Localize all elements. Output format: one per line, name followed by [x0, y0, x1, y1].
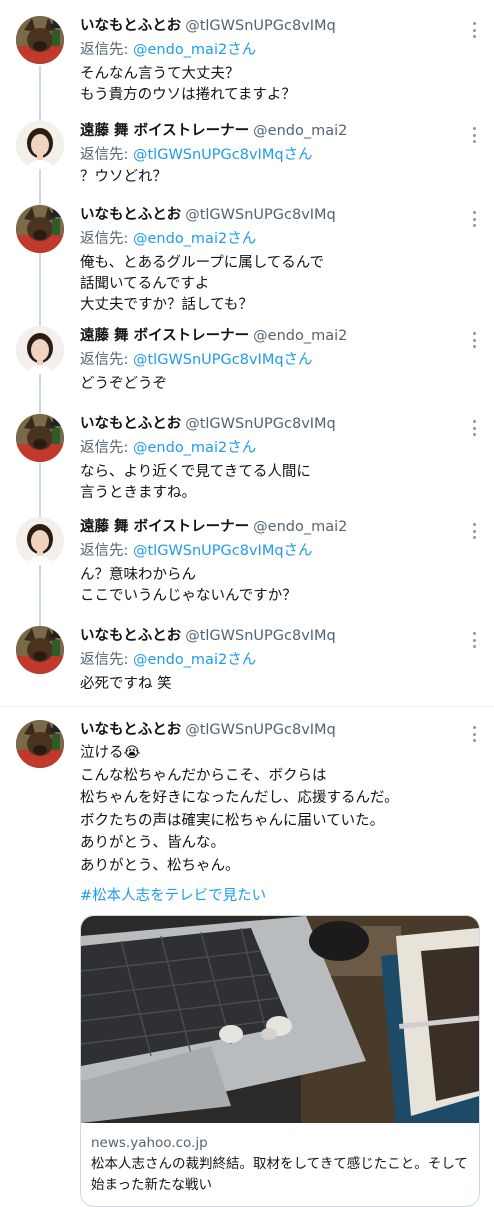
divider [0, 706, 494, 707]
reply-mention[interactable]: @tlGWSnUPGc8vIMq [133, 147, 284, 163]
reply-context: 返信先: @endo_mai2さん [80, 229, 256, 249]
more-options-icon[interactable] [472, 420, 476, 436]
reply-prefix: 返信先: [80, 42, 133, 58]
avatar[interactable] [16, 16, 64, 64]
avatar[interactable] [16, 626, 64, 674]
display-name[interactable]: いなもとふとお [80, 416, 181, 432]
link-card[interactable]: news.yahoo.co.jp 松本人志さんの裁判終結。取材をしてきて感じたこ… [80, 915, 480, 1207]
username[interactable]: @tlGWSnUPGc8vIMq [185, 207, 336, 223]
display-name[interactable]: いなもとふとお [80, 628, 181, 644]
avatar[interactable] [16, 720, 64, 768]
reply-mention[interactable]: @tlGWSnUPGc8vIMq [133, 352, 284, 368]
display-name[interactable]: いなもとふとお [80, 18, 181, 34]
reply-suffix: さん [283, 352, 313, 368]
username[interactable]: @tlGWSnUPGc8vIMq [185, 18, 336, 34]
card-image [81, 916, 479, 1123]
reply-context: 返信先: @tlGWSnUPGc8vIMqさん [80, 541, 313, 561]
reply-mention[interactable]: @endo_mai2 [133, 440, 227, 456]
hashtag-link[interactable]: #松本人志をテレビで見たい [80, 886, 266, 906]
tweet-text: なら、より近くで見てきてる人間に 言うときますね。 [80, 464, 311, 501]
reply-prefix: 返信先: [80, 231, 133, 247]
reply-context: 返信先: @tlGWSnUPGc8vIMqさん [80, 350, 313, 370]
reply-suffix: さん [283, 147, 313, 163]
card-title[interactable]: 松本人志さんの裁判終結。取材をしてきて感じたこと。そして始まった新たな戦い [91, 1154, 471, 1196]
reply-mention[interactable]: @endo_mai2 [133, 42, 227, 58]
reply-context: 返信先: @endo_mai2さん [80, 40, 256, 60]
username[interactable]: @tlGWSnUPGc8vIMq [185, 416, 336, 432]
display-name[interactable]: 遠藤 舞 ボイストレーナー [80, 328, 249, 344]
tweet-header: 遠藤 舞 ボイストレーナー @endo_mai2 [80, 517, 347, 537]
reply-context: 返信先: @endo_mai2さん [80, 650, 256, 670]
card-domain: news.yahoo.co.jp [91, 1135, 208, 1151]
avatar[interactable] [16, 517, 64, 565]
reply-prefix: 返信先: [80, 440, 133, 456]
more-options-icon[interactable] [472, 632, 476, 648]
reply-tweet[interactable]: 遠藤 舞 ボイストレーナー @endo_mai2 返信先: @tlGWSnUPGc… [0, 318, 494, 402]
tweet-header: 遠藤 舞 ボイストレーナー @endo_mai2 [80, 121, 347, 141]
username[interactable]: @tlGWSnUPGc8vIMq [185, 628, 336, 644]
tweet-header: いなもとふとお @tlGWSnUPGc8vIMq [80, 205, 336, 225]
tweet-text: 俺も、とあるグループに属してるんで 話聞いてるんですよ 大丈夫ですか？話しても？ [80, 255, 325, 313]
reply-tweet[interactable]: いなもとふとお @tlGWSnUPGc8vIMq 返信先: @endo_mai2さ… [0, 197, 494, 317]
tweet-text: どうぞどうぞ [80, 376, 167, 392]
tweet-header: 遠藤 舞 ボイストレーナー @endo_mai2 [80, 326, 347, 346]
more-options-icon[interactable] [472, 22, 476, 38]
username[interactable]: @endo_mai2 [253, 123, 347, 139]
reply-tweet[interactable]: いなもとふとお @tlGWSnUPGc8vIMq 返信先: @endo_mai2さ… [0, 8, 494, 108]
tweet-text: 必死ですね 笑 [80, 676, 172, 692]
tweet-header: いなもとふとお @tlGWSnUPGc8vIMq [80, 414, 336, 434]
more-options-icon[interactable] [472, 332, 476, 348]
reply-suffix: さん [227, 42, 257, 58]
more-options-icon[interactable] [472, 127, 476, 143]
display-name[interactable]: いなもとふとお [80, 207, 181, 223]
avatar[interactable] [16, 326, 64, 374]
avatar[interactable] [16, 121, 64, 169]
tweet-text: 泣ける😭 こんな松ちゃんだからこそ、ボクらは 松ちゃんを好きになったんだし、応援… [80, 745, 399, 874]
tweet-text: そんなん言うて大丈夫？ もう貴方のウソは捲れてますよ？ [80, 66, 296, 103]
reply-context: 返信先: @tlGWSnUPGc8vIMqさん [80, 145, 313, 165]
reply-suffix: さん [283, 543, 313, 559]
reply-mention[interactable]: @endo_mai2 [133, 231, 227, 247]
more-options-icon[interactable] [472, 523, 476, 539]
reply-tweet[interactable]: 遠藤 舞 ボイストレーナー @endo_mai2 返信先: @tlGWSnUPGc… [0, 113, 494, 193]
reply-prefix: 返信先: [80, 543, 133, 559]
tweet-header: いなもとふとお @tlGWSnUPGc8vIMq [80, 16, 336, 36]
reply-prefix: 返信先: [80, 147, 133, 163]
tweet-text: ん？意味わからん ここでいうんじゃないんですか？ [80, 567, 297, 604]
tweet-header: いなもとふとお @tlGWSnUPGc8vIMq [80, 720, 336, 740]
tweet-header: いなもとふとお @tlGWSnUPGc8vIMq [80, 626, 336, 646]
reply-suffix: さん [227, 652, 257, 668]
reply-mention[interactable]: @tlGWSnUPGc8vIMq [133, 543, 284, 559]
reply-tweet[interactable]: 遠藤 舞 ボイストレーナー @endo_mai2 返信先: @tlGWSnUPGc… [0, 509, 494, 609]
reply-prefix: 返信先: [80, 352, 133, 368]
reply-mention[interactable]: @endo_mai2 [133, 652, 227, 668]
more-options-icon[interactable] [472, 726, 476, 742]
display-name[interactable]: いなもとふとお [80, 722, 181, 738]
reply-tweet[interactable]: いなもとふとお @tlGWSnUPGc8vIMq 返信先: @endo_mai2さ… [0, 618, 494, 702]
display-name[interactable]: 遠藤 舞 ボイストレーナー [80, 123, 249, 139]
username[interactable]: @endo_mai2 [253, 328, 347, 344]
username[interactable]: @tlGWSnUPGc8vIMq [185, 722, 336, 738]
reply-suffix: さん [227, 231, 257, 247]
more-options-icon[interactable] [472, 211, 476, 227]
reply-context: 返信先: @endo_mai2さん [80, 438, 256, 458]
avatar[interactable] [16, 414, 64, 462]
reply-prefix: 返信先: [80, 652, 133, 668]
username[interactable]: @endo_mai2 [253, 519, 347, 535]
reply-tweet[interactable]: いなもとふとお @tlGWSnUPGc8vIMq 返信先: @endo_mai2さ… [0, 406, 494, 506]
reply-suffix: さん [227, 440, 257, 456]
avatar[interactable] [16, 205, 64, 253]
tweet-text: ？ウソどれ？ [80, 169, 167, 185]
display-name[interactable]: 遠藤 舞 ボイストレーナー [80, 519, 249, 535]
